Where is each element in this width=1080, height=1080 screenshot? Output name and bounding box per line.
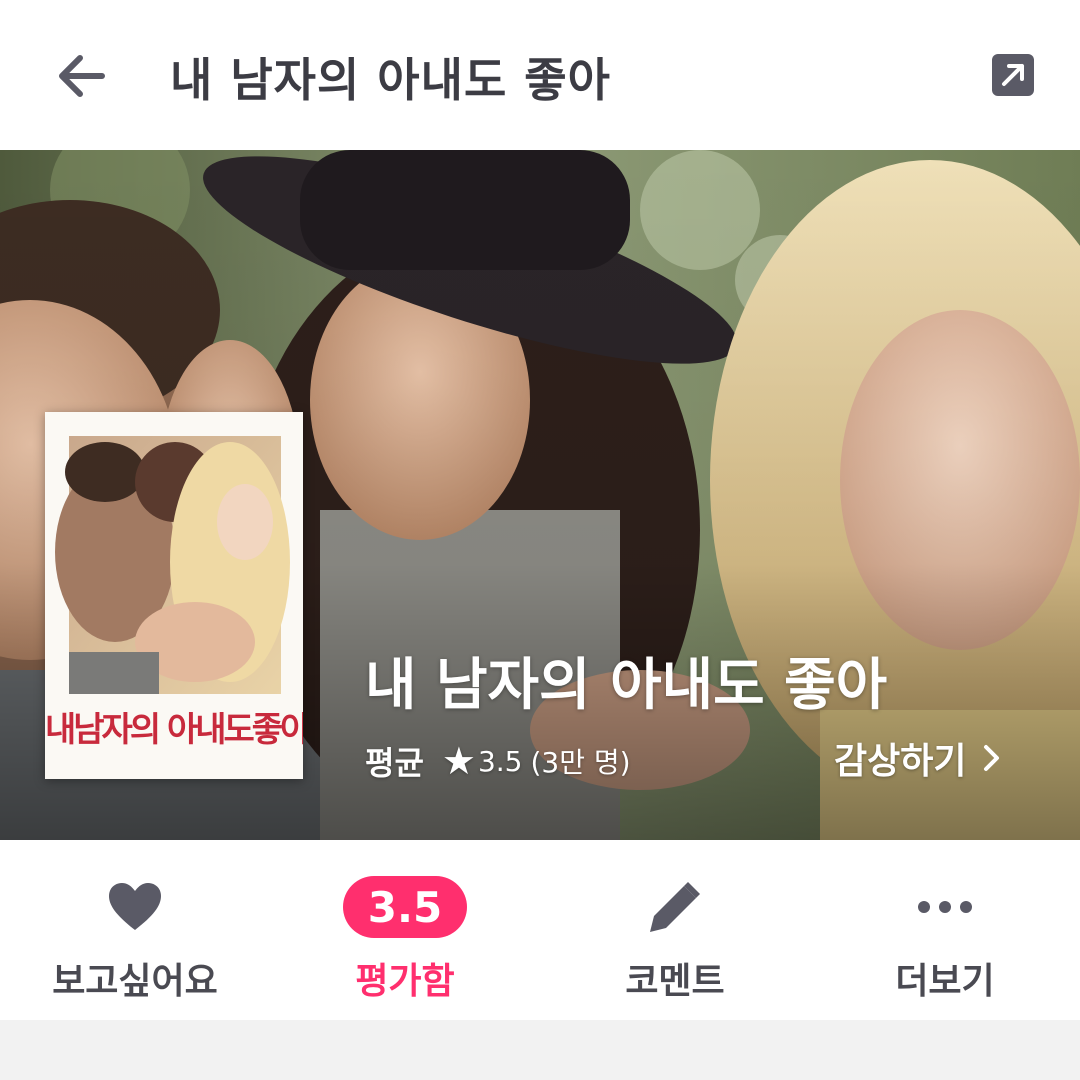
want-to-watch-label: 보고싶어요: [52, 961, 218, 1002]
content-area: [0, 1020, 1080, 1080]
average-label: 평균: [365, 744, 424, 782]
average-score: 3.5: [477, 744, 523, 778]
my-rating-badge: 3.5: [343, 876, 467, 938]
average-rating: 평균 ★ 3.5 (3만 명): [365, 738, 631, 784]
star-icon: ★: [441, 739, 476, 783]
more-dots-icon: [918, 901, 972, 913]
rated-button[interactable]: 3.5 평가함: [270, 840, 540, 1020]
rated-label: 평가함: [355, 961, 455, 1002]
more-label: 더보기: [895, 961, 995, 1002]
back-button[interactable]: [52, 48, 112, 104]
app-bar: 내 남자의 아내도 좋아: [0, 0, 1080, 150]
rating-count: (3만 명): [530, 746, 631, 779]
watch-label: 감상하기: [834, 741, 967, 782]
pencil-icon: [650, 882, 700, 932]
poster-title: 내남자의 아내도좋아: [45, 710, 303, 750]
external-link-icon: [992, 54, 1034, 96]
page-title: 내 남자의 아내도 좋아: [170, 53, 611, 107]
action-bar: 보고싶어요 3.5 평가함 코멘트 더보기: [0, 840, 1080, 1020]
arrow-left-icon: [59, 55, 105, 97]
chevron-right-icon: [984, 745, 1000, 771]
hero-banner: 내남자의 아내도좋아 내 남자의 아내도 좋아 평균 ★ 3.5 (3만 명) …: [0, 150, 1080, 840]
movie-title: 내 남자의 아내도 좋아: [365, 653, 888, 718]
comment-label: 코멘트: [625, 961, 725, 1002]
heart-icon: [109, 883, 161, 930]
movie-poster[interactable]: 내남자의 아내도좋아: [45, 412, 303, 779]
watch-button[interactable]: 감상하기: [834, 732, 1002, 784]
comment-button[interactable]: 코멘트: [540, 840, 810, 1020]
more-button[interactable]: 더보기: [810, 840, 1080, 1020]
want-to-watch-button[interactable]: 보고싶어요: [0, 840, 270, 1020]
share-button[interactable]: [990, 52, 1036, 98]
